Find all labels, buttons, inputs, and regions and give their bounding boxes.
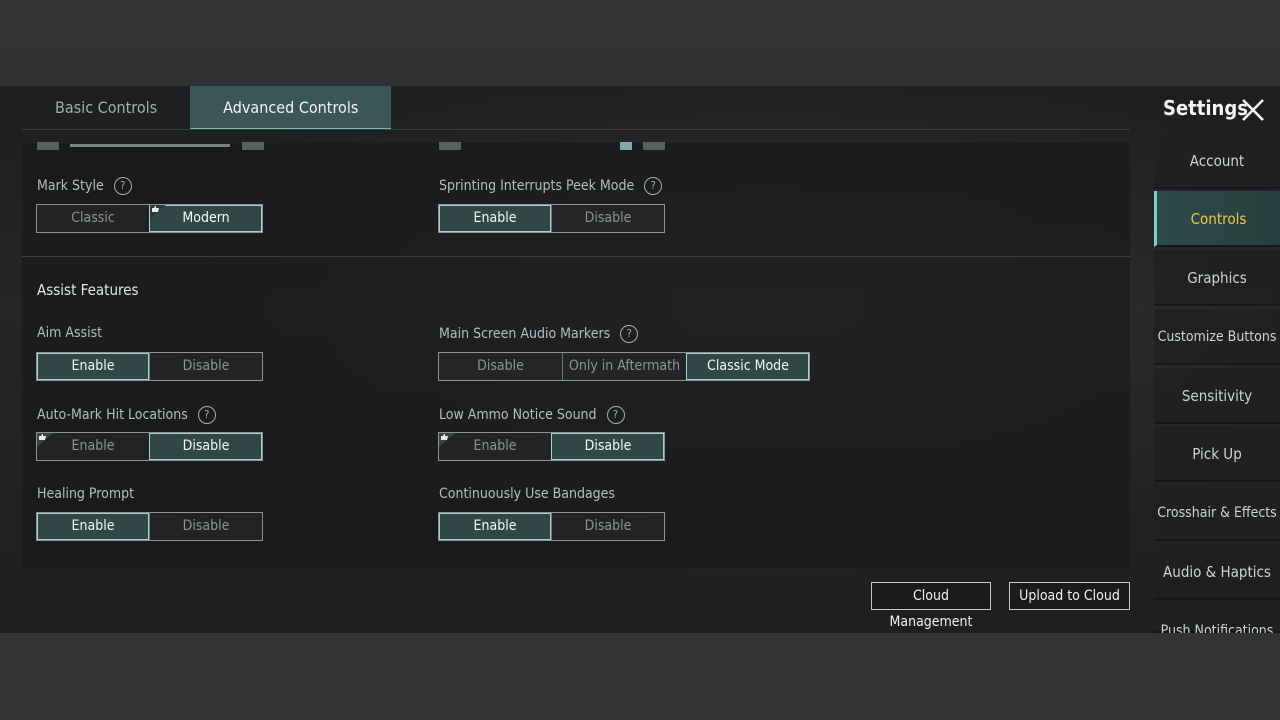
- slider-minus-button[interactable]: [37, 142, 59, 150]
- sprinting-peek-text: Sprinting Interrupts Peek Mode: [439, 178, 635, 194]
- auto-mark-label: Auto-Mark Hit Locations ?: [37, 406, 216, 424]
- recommended-thumb-icon: [439, 433, 455, 447]
- sprinting-peek-enable[interactable]: Enable: [439, 205, 551, 232]
- mark-style-classic[interactable]: Classic: [37, 205, 149, 232]
- low-ammo-enable-text: Enable: [473, 438, 517, 454]
- sprinting-peek-disable[interactable]: Disable: [551, 205, 664, 232]
- audio-markers-aftermath[interactable]: Only in Aftermath: [562, 353, 686, 380]
- auto-mark-text: Auto-Mark Hit Locations: [37, 407, 188, 423]
- audio-markers-text: Main Screen Audio Markers: [439, 326, 611, 342]
- auto-mark-enable-text: Enable: [71, 438, 115, 454]
- healing-prompt-disable[interactable]: Disable: [149, 513, 262, 540]
- aim-assist-disable[interactable]: Disable: [149, 353, 262, 380]
- slider-track[interactable]: [70, 144, 230, 147]
- sidenav-item-graphics[interactable]: Graphics: [1154, 250, 1280, 306]
- mark-style-modern-text: Modern: [182, 210, 230, 226]
- auto-mark-disable[interactable]: Disable: [149, 433, 262, 460]
- low-ammo-text: Low Ammo Notice Sound: [439, 407, 597, 423]
- section-divider: [22, 256, 1130, 257]
- help-icon[interactable]: ?: [113, 177, 132, 195]
- low-ammo-enable[interactable]: Enable: [439, 433, 551, 460]
- slider-minus-button[interactable]: [439, 142, 461, 150]
- controls-tabs: Basic Controls Advanced Controls: [22, 86, 392, 130]
- bandages-label: Continuously Use Bandages: [439, 486, 615, 502]
- mark-style-toggle: Classic Modern: [36, 204, 263, 233]
- sidenav-item-pick-up[interactable]: Pick Up: [1154, 426, 1280, 482]
- settings-sidenav: Account Controls Graphics Customize Butt…: [1154, 133, 1280, 633]
- close-icon[interactable]: [1240, 97, 1266, 123]
- help-icon[interactable]: ?: [644, 177, 663, 195]
- tab-basic-controls[interactable]: Basic Controls: [22, 86, 190, 130]
- healing-prompt-label: Healing Prompt: [37, 486, 134, 502]
- aim-assist-toggle: Enable Disable: [36, 352, 263, 381]
- sidenav-item-account[interactable]: Account: [1154, 133, 1280, 189]
- sprinting-peek-toggle: Enable Disable: [438, 204, 665, 233]
- tab-divider: [22, 129, 1130, 130]
- low-ammo-label: Low Ammo Notice Sound ?: [439, 406, 625, 424]
- settings-screen: Basic Controls Advanced Controls Setting…: [0, 86, 1280, 633]
- slider-plus-button[interactable]: [643, 142, 665, 150]
- slider-handle[interactable]: [620, 142, 632, 150]
- bandages-toggle: Enable Disable: [438, 512, 665, 541]
- cloud-management-button[interactable]: Cloud Management: [871, 582, 991, 630]
- healing-prompt-enable[interactable]: Enable: [37, 513, 149, 540]
- aim-assist-label: Aim Assist: [37, 325, 102, 341]
- auto-mark-enable[interactable]: Enable: [37, 433, 149, 460]
- help-icon[interactable]: ?: [620, 325, 639, 343]
- top-letterbox: [0, 0, 1280, 86]
- sidenav-item-customize-buttons[interactable]: Customize Buttons: [1154, 309, 1280, 365]
- mark-style-label: Mark Style ?: [37, 177, 132, 195]
- sidenav-item-sensitivity[interactable]: Sensitivity: [1154, 368, 1280, 424]
- bottom-letterbox: [0, 633, 1280, 720]
- healing-prompt-toggle: Enable Disable: [36, 512, 263, 541]
- recommended-thumb-icon: [150, 205, 166, 219]
- help-icon[interactable]: ?: [606, 406, 625, 424]
- audio-markers-disable[interactable]: Disable: [439, 353, 562, 380]
- assist-features-title: Assist Features: [37, 281, 139, 299]
- low-ammo-toggle: Enable Disable: [438, 432, 665, 461]
- audio-markers-toggle: Disable Only in Aftermath Classic Mode: [438, 352, 810, 381]
- sidenav-item-audio-haptics[interactable]: Audio & Haptics: [1154, 544, 1280, 600]
- page-title: Settings: [1163, 96, 1248, 120]
- sidenav-item-crosshair-effects[interactable]: Crosshair & Effects: [1154, 485, 1280, 541]
- healing-prompt-text: Healing Prompt: [37, 486, 135, 502]
- audio-markers-classic[interactable]: Classic Mode: [686, 353, 809, 380]
- sidenav-item-controls[interactable]: Controls: [1154, 191, 1280, 247]
- slider-plus-button[interactable]: [242, 142, 264, 150]
- recommended-thumb-icon: [37, 433, 53, 447]
- aim-assist-text: Aim Assist: [37, 325, 103, 341]
- auto-mark-toggle: Enable Disable: [36, 432, 263, 461]
- bandages-text: Continuously Use Bandages: [439, 486, 615, 502]
- bandages-enable[interactable]: Enable: [439, 513, 551, 540]
- mark-style-text: Mark Style: [37, 178, 104, 194]
- bandages-disable[interactable]: Disable: [551, 513, 664, 540]
- help-icon[interactable]: ?: [197, 406, 216, 424]
- audio-markers-label: Main Screen Audio Markers ?: [439, 325, 639, 343]
- low-ammo-disable[interactable]: Disable: [551, 433, 664, 460]
- aim-assist-enable[interactable]: Enable: [37, 353, 149, 380]
- sidenav-item-push-notifications[interactable]: Push Notifications: [1154, 603, 1280, 633]
- upload-to-cloud-button[interactable]: Upload to Cloud: [1009, 582, 1130, 610]
- sprinting-peek-label: Sprinting Interrupts Peek Mode ?: [439, 177, 663, 195]
- tab-advanced-controls[interactable]: Advanced Controls: [190, 86, 392, 130]
- mark-style-modern[interactable]: Modern: [149, 205, 262, 232]
